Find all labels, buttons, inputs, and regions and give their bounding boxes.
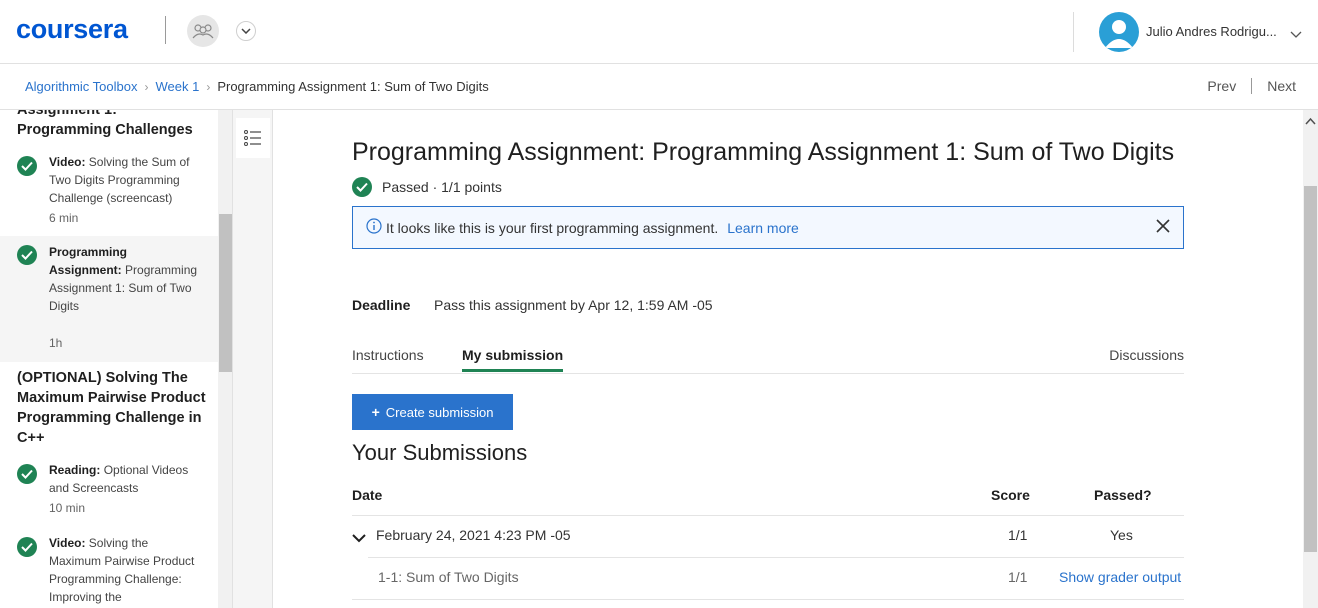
breadcrumb-current: Programming Assignment 1: Sum of Two Dig… (217, 79, 489, 94)
sidebar-item-video-screencast[interactable]: Video: Solving the Sum of Two Digits Pro… (0, 150, 218, 232)
breadcrumb: Algorithmic Toolbox › Week 1 › Programmi… (25, 79, 489, 94)
info-text: It looks like this is your first program… (386, 219, 719, 236)
next-link[interactable]: Next (1267, 78, 1296, 94)
sidebar-item-reading[interactable]: Reading: Optional Videos and Screencasts… (0, 458, 218, 520)
expand-chevron-icon[interactable] (352, 530, 366, 546)
main-content: Programming Assignment: Programming Assi… (274, 110, 1303, 608)
sidebar-item-programming-assignment[interactable]: Programming Assignment: Programming Assi… (0, 236, 218, 362)
column-header-date: Date (352, 487, 383, 503)
plus-icon: + (371, 404, 380, 420)
table-divider (368, 557, 1184, 558)
breadcrumb-bar: Algorithmic Toolbox › Week 1 › Programmi… (0, 64, 1318, 110)
sidebar-item-label: Programming Assignment: Programming Assi… (49, 243, 199, 315)
info-banner: It looks like this is your first program… (352, 206, 1184, 249)
item-duration: 6 min (49, 211, 79, 225)
chevron-down-icon[interactable] (236, 21, 256, 41)
header-divider (1073, 12, 1074, 52)
tab-my-submission[interactable]: My submission (462, 347, 564, 372)
sidebar-section-title: Assignment 1: Programming Challenges (17, 110, 193, 138)
check-circle-icon (17, 156, 37, 176)
submission-passed: Yes (1110, 527, 1133, 543)
create-submission-label: Create submission (385, 404, 494, 420)
close-icon[interactable] (1155, 218, 1171, 237)
submission-date: February 24, 2021 4:23 PM -05 (376, 527, 571, 543)
part-score: 1/1 (1008, 569, 1028, 585)
item-duration: 10 min (49, 501, 86, 515)
user-name[interactable]: Julio Andres Rodrigu... (1146, 24, 1277, 39)
status-text: Passed · 1/1 points (382, 179, 502, 195)
learn-more-link[interactable]: Learn more (727, 220, 799, 236)
course-sidebar: Assignment 1: Programming Challenges Vid… (0, 110, 233, 608)
group-icon[interactable] (187, 15, 219, 47)
breadcrumb-week-link[interactable]: Week 1 (155, 79, 199, 94)
page-scrollbar-thumb[interactable] (1304, 186, 1317, 552)
check-circle-icon (17, 245, 37, 265)
check-circle-icon (352, 177, 372, 197)
status-badge: Passed · 1/1 points (352, 177, 502, 197)
nav-divider (1251, 78, 1253, 94)
create-submission-button[interactable]: + Create submission (352, 394, 513, 430)
tab-discussions[interactable]: Discussions (1109, 347, 1184, 369)
chevron-down-icon[interactable] (1290, 26, 1302, 44)
show-grader-output-link[interactable]: Show grader output (1059, 569, 1181, 585)
sidebar-toggle-column (233, 110, 273, 608)
sidebar-item-video-improving[interactable]: Video: Solving the Maximum Pairwise Prod… (0, 531, 218, 608)
column-header-passed: Passed? (1094, 487, 1152, 503)
column-header-score: Score (991, 487, 1030, 503)
sidebar-section-title: (OPTIONAL) Solving The Maximum Pairwise … (17, 370, 206, 446)
item-type: Reading: (49, 463, 101, 477)
deadline-label: Deadline (352, 297, 411, 313)
table-divider (352, 515, 1184, 516)
deadline-row: Deadline Pass this assignment by Apr 12,… (352, 297, 713, 313)
assignment-tabs: Instructions My submission Discussions (352, 340, 1184, 374)
header-divider (165, 16, 166, 44)
avatar[interactable] (1099, 12, 1139, 52)
sidebar-scrollbar-thumb[interactable] (219, 214, 232, 372)
prev-next-nav: Prev Next (1207, 78, 1296, 94)
chevron-right-icon: › (144, 79, 149, 94)
page-title: Programming Assignment: Programming Assi… (352, 138, 1175, 166)
item-type: Video: (49, 536, 86, 550)
deadline-value: Pass this assignment by Apr 12, 1:59 AM … (434, 297, 713, 313)
scroll-up-arrow-icon[interactable] (1305, 112, 1316, 130)
tab-instructions[interactable]: Instructions (352, 347, 424, 369)
top-header: coursera Julio Andres Rodrigu... (0, 0, 1318, 64)
chevron-right-icon: › (206, 79, 211, 94)
prev-link[interactable]: Prev (1207, 78, 1236, 94)
check-circle-icon (17, 464, 37, 484)
table-divider (352, 599, 1184, 600)
check-circle-icon (17, 537, 37, 557)
breadcrumb-course-link[interactable]: Algorithmic Toolbox (25, 79, 137, 94)
info-icon (366, 218, 382, 237)
submission-score: 1/1 (1008, 527, 1028, 543)
coursera-logo[interactable]: coursera (16, 14, 128, 45)
item-duration: 1h (49, 336, 63, 350)
item-type: Video: (49, 155, 86, 169)
table-of-contents-icon[interactable] (236, 118, 270, 158)
sidebar-item-label: Video: Solving the Maximum Pairwise Prod… (49, 534, 199, 606)
sidebar-item-label: Reading: Optional Videos and Screencasts (49, 461, 199, 497)
submissions-heading: Your Submissions (352, 440, 528, 465)
part-name: 1-1: Sum of Two Digits (378, 569, 519, 585)
item-type: Programming Assignment: (49, 245, 128, 277)
sidebar-item-label: Video: Solving the Sum of Two Digits Pro… (49, 153, 199, 207)
